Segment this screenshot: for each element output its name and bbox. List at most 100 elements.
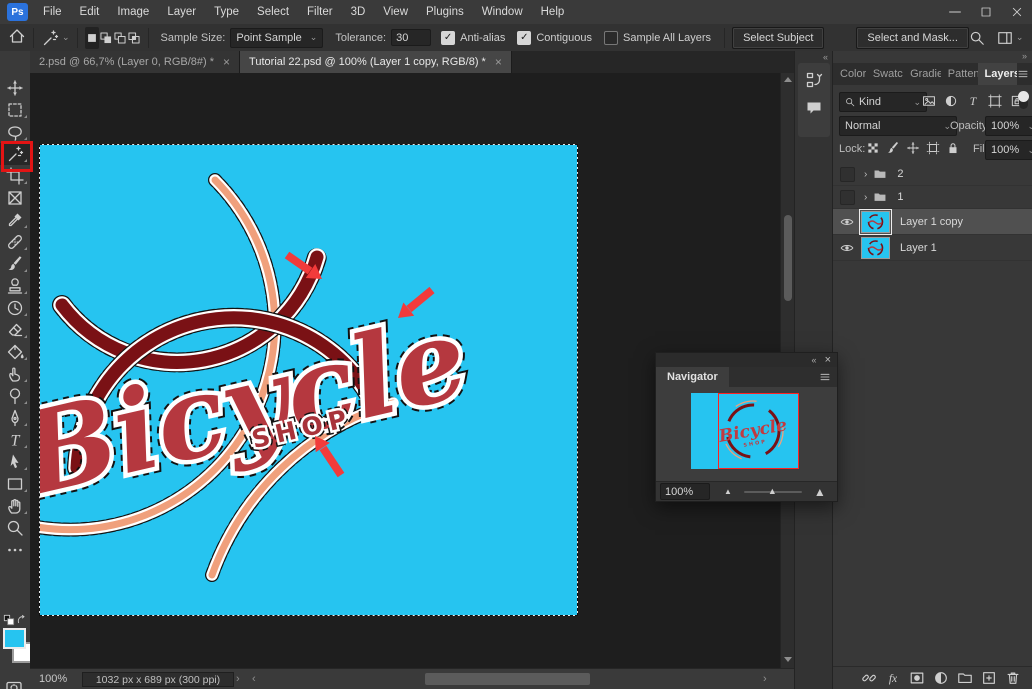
lock-transparency-icon[interactable] bbox=[866, 141, 880, 155]
zoom-slider-thumb[interactable]: ▲ bbox=[768, 486, 777, 496]
tool-type[interactable]: T bbox=[0, 429, 30, 451]
status-expand-icon[interactable]: › bbox=[236, 673, 240, 685]
menu-edit[interactable]: Edit bbox=[71, 0, 109, 24]
visibility-toggle[interactable] bbox=[840, 215, 853, 228]
tab-close-icon[interactable]: × bbox=[495, 55, 502, 69]
menu-filter[interactable]: Filter bbox=[298, 0, 342, 24]
menu-window[interactable]: Window bbox=[473, 0, 532, 24]
filter-adjustment-layers-button[interactable] bbox=[943, 93, 959, 109]
swap-colors-button[interactable] bbox=[16, 614, 28, 629]
document-tab-inactive[interactable]: 2.psd @ 66,7% (Layer 0, RGB/8#) * × bbox=[30, 51, 241, 73]
add-to-selection-button[interactable] bbox=[99, 27, 113, 49]
select-subject-button[interactable]: Select Subject bbox=[732, 26, 825, 49]
menu-image[interactable]: Image bbox=[108, 0, 158, 24]
horizontal-scrollbar-thumb[interactable] bbox=[425, 673, 590, 685]
tool-frame[interactable] bbox=[0, 187, 30, 209]
tool-path-selection[interactable] bbox=[0, 451, 30, 473]
close-panel-icon[interactable]: × bbox=[825, 354, 831, 366]
panel-menu-icon[interactable] bbox=[1017, 68, 1029, 80]
workspace-switcher[interactable]: ⌄ bbox=[997, 30, 1023, 46]
tab-gradients[interactable]: Gradie bbox=[903, 63, 941, 85]
new-layer-icon[interactable] bbox=[981, 670, 997, 686]
tool-smudge[interactable] bbox=[0, 363, 30, 385]
layer-row-layer-1[interactable]: Layer 1 bbox=[833, 235, 1032, 261]
close-button[interactable] bbox=[1001, 0, 1032, 24]
navigator-thumbnail[interactable]: Bicycle SHOP bbox=[691, 393, 799, 469]
select-and-mask-button[interactable]: Select and Mask... bbox=[856, 26, 969, 49]
layer-thumbnail[interactable] bbox=[861, 236, 890, 259]
link-layers-icon[interactable] bbox=[861, 670, 877, 686]
collapse-panels-icon[interactable]: » bbox=[1022, 51, 1027, 61]
menu-select[interactable]: Select bbox=[248, 0, 298, 24]
search-icon[interactable] bbox=[969, 30, 985, 46]
subtract-from-selection-button[interactable] bbox=[113, 27, 127, 49]
layer-thumbnail[interactable] bbox=[859, 208, 892, 235]
layer-row-group-2[interactable]: › 2 bbox=[833, 163, 1032, 186]
filter-kind-dropdown[interactable]: Kind ⌄ bbox=[839, 92, 927, 112]
comments-panel-icon[interactable] bbox=[805, 99, 823, 117]
lock-position-icon[interactable] bbox=[906, 141, 920, 155]
navigator-proxy-view[interactable] bbox=[718, 393, 799, 469]
new-group-icon[interactable] bbox=[957, 670, 973, 686]
menu-view[interactable]: View bbox=[374, 0, 417, 24]
layer-row-group-1[interactable]: › 1 bbox=[833, 186, 1032, 209]
tab-layers[interactable]: Layers bbox=[977, 63, 1017, 85]
maximize-button[interactable] bbox=[970, 0, 1001, 24]
tool-pen[interactable] bbox=[0, 407, 30, 429]
vertical-scrollbar-thumb[interactable] bbox=[784, 215, 792, 301]
home-button[interactable] bbox=[8, 27, 26, 48]
tab-navigator[interactable]: Navigator bbox=[656, 367, 729, 387]
tool-zoom[interactable] bbox=[0, 517, 30, 539]
tool-paint-bucket[interactable] bbox=[0, 341, 30, 363]
contiguous-checkbox[interactable]: ✓ Contiguous bbox=[517, 30, 592, 45]
layer-effects-icon[interactable]: fx bbox=[885, 670, 901, 686]
tool-lasso[interactable] bbox=[0, 121, 30, 143]
tab-patterns[interactable]: Patten bbox=[941, 63, 978, 85]
tool-spot-healing-brush[interactable] bbox=[0, 231, 30, 253]
add-layer-mask-icon[interactable] bbox=[909, 670, 925, 686]
expand-panels-icon[interactable]: « bbox=[823, 52, 828, 62]
hscroll-left-arrow[interactable]: ‹ bbox=[252, 673, 256, 685]
group-expand-icon[interactable]: › bbox=[864, 192, 867, 203]
minimize-button[interactable] bbox=[939, 0, 970, 24]
document-tab-active[interactable]: Tutorial 22.psd @ 100% (Layer 1 copy, RG… bbox=[240, 51, 512, 73]
visibility-checkbox-off[interactable] bbox=[840, 189, 855, 205]
menu-3d[interactable]: 3D bbox=[342, 0, 375, 24]
layer-filtering-toggle[interactable] bbox=[1018, 91, 1029, 109]
foreground-color-swatch[interactable] bbox=[3, 628, 26, 649]
tab-close-icon[interactable]: × bbox=[223, 55, 230, 69]
zoom-slider[interactable]: ▲ bbox=[743, 486, 802, 495]
lock-artboard-icon[interactable] bbox=[926, 141, 940, 155]
delete-layer-icon[interactable] bbox=[1005, 670, 1021, 686]
tab-color[interactable]: Color bbox=[833, 63, 866, 85]
new-selection-button[interactable] bbox=[84, 26, 99, 49]
tool-rectangle[interactable] bbox=[0, 473, 30, 495]
lock-pixels-icon[interactable] bbox=[886, 141, 900, 155]
tool-eraser[interactable] bbox=[0, 319, 30, 341]
sample-all-layers-checkbox[interactable]: Sample All Layers bbox=[604, 30, 711, 45]
menu-layer[interactable]: Layer bbox=[158, 0, 205, 24]
default-colors-button[interactable] bbox=[3, 614, 15, 629]
menu-file[interactable]: File bbox=[34, 0, 71, 24]
group-expand-icon[interactable]: › bbox=[864, 169, 867, 180]
scroll-up-arrow[interactable] bbox=[784, 77, 792, 82]
tool-hand[interactable] bbox=[0, 495, 30, 517]
visibility-checkbox-off[interactable] bbox=[840, 166, 855, 182]
anti-alias-checkbox[interactable]: ✓ Anti-alias bbox=[441, 30, 505, 45]
tool-rectangular-marquee[interactable] bbox=[0, 99, 30, 121]
tool-brush[interactable] bbox=[0, 253, 30, 275]
quick-mask-button[interactable] bbox=[5, 679, 23, 689]
filter-shape-layers-button[interactable] bbox=[987, 93, 1003, 109]
intersect-selection-button[interactable] bbox=[127, 27, 141, 49]
edit-toolbar-button[interactable] bbox=[0, 539, 30, 561]
collapse-panel-icon[interactable]: « bbox=[812, 355, 817, 365]
tab-swatches[interactable]: Swatcl bbox=[866, 63, 903, 85]
tool-history-brush[interactable] bbox=[0, 297, 30, 319]
filter-pixel-layers-button[interactable] bbox=[921, 93, 937, 109]
new-adjustment-layer-icon[interactable] bbox=[933, 670, 949, 686]
filter-type-layers-button[interactable]: T bbox=[965, 93, 981, 109]
panel-menu-icon[interactable] bbox=[819, 371, 831, 383]
visibility-toggle[interactable] bbox=[840, 241, 853, 254]
tool-clone-stamp[interactable] bbox=[0, 275, 30, 297]
sample-size-dropdown[interactable]: Point Sample ⌄ bbox=[230, 27, 324, 48]
